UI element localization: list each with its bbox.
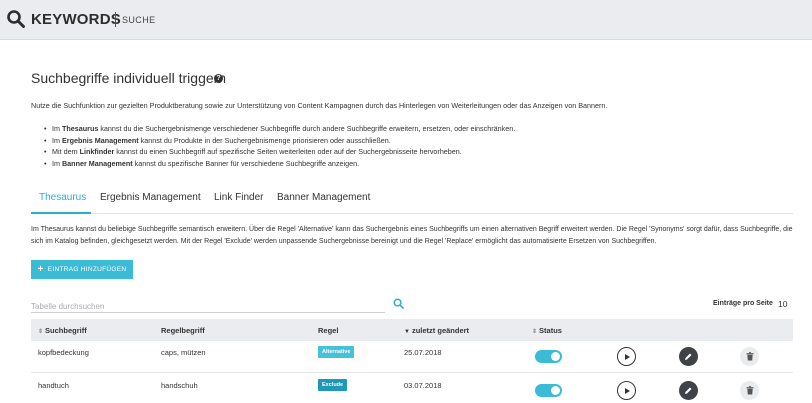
intro-text: Nutze die Suchfunktion zur gezielten Pro… bbox=[31, 101, 608, 110]
delete-button[interactable] bbox=[740, 347, 759, 366]
plus-icon: + bbox=[37, 263, 44, 275]
sort-icon: ⇕ bbox=[38, 329, 44, 335]
tab-description: Im Thesaurus kannst du beliebige Suchbeg… bbox=[31, 226, 793, 245]
column-header-status[interactable]: ⇕ Status bbox=[532, 326, 562, 335]
play-icon bbox=[624, 387, 630, 394]
add-entry-button[interactable]: + EINTRAG HINZUFÜGEN bbox=[31, 260, 133, 279]
cell-date: 25.07.2018 bbox=[404, 348, 442, 357]
help-icon[interactable]: ? bbox=[214, 74, 223, 83]
table-row: handtuch handschuh Exclude 03.07.2018 bbox=[31, 374, 793, 403]
rule-badge: Alternative bbox=[318, 346, 355, 358]
edit-button[interactable] bbox=[679, 381, 698, 400]
feature-list: Im Thesaurus kannst du die Suchergebnism… bbox=[44, 124, 515, 170]
status-toggle[interactable] bbox=[535, 384, 562, 397]
app-subtitle: SUCHE bbox=[122, 15, 156, 25]
per-page-label: Einträge pro Seite bbox=[713, 300, 773, 307]
table-search bbox=[31, 296, 385, 314]
column-header-regelbegriff[interactable]: Regelbegriff bbox=[161, 326, 205, 335]
page-title: Suchbegriffe individuell triggern bbox=[31, 70, 227, 86]
search-icon[interactable] bbox=[393, 298, 404, 309]
tab-ergebnis-management[interactable]: Ergebnis Management bbox=[100, 192, 201, 203]
trash-icon bbox=[746, 386, 753, 395]
edit-button[interactable] bbox=[679, 347, 698, 366]
cell-regelbegriff: handschuh bbox=[161, 381, 198, 390]
rule-badge: Exclude bbox=[318, 379, 348, 391]
tab-divider bbox=[31, 213, 793, 214]
tab-banner-management[interactable]: Banner Management bbox=[277, 192, 370, 203]
list-item: Im Ergebnis Management kannst du Produkt… bbox=[44, 136, 515, 148]
column-header-zuletzt-geaendert[interactable]: ▼ zuletzt geändert bbox=[404, 326, 469, 335]
cell-regelbegriff: caps, mützen bbox=[161, 348, 206, 357]
search-icon bbox=[7, 10, 25, 28]
play-button[interactable] bbox=[617, 381, 636, 400]
pencil-icon bbox=[685, 353, 692, 360]
tab-thesaurus[interactable]: Thesaurus bbox=[39, 192, 86, 203]
list-item: Mit dem Linkfinder kannst du einen Suchb… bbox=[44, 147, 515, 159]
status-toggle[interactable] bbox=[535, 350, 562, 363]
toggle-knob bbox=[551, 386, 560, 395]
sort-icon: ⇕ bbox=[532, 329, 538, 335]
cell-suchbegriff: kopfbedeckung bbox=[38, 348, 89, 357]
list-item: Im Banner Management kannst du spezifisc… bbox=[44, 159, 515, 171]
tab-link-finder[interactable]: Link Finder bbox=[214, 192, 263, 203]
cell-suchbegriff: handtuch bbox=[38, 381, 69, 390]
table-row: kopfbedeckung caps, mützen Alternative 2… bbox=[31, 341, 793, 373]
column-header-regel[interactable]: Regel bbox=[318, 326, 338, 335]
app-title: KEYWORDS bbox=[31, 11, 121, 28]
toggle-knob bbox=[551, 352, 560, 361]
delete-button[interactable] bbox=[740, 381, 759, 400]
table-header: ⇕ Suchbegriff Regelbegriff Regel ▼ zuletzt… bbox=[31, 319, 793, 341]
active-tab-indicator bbox=[31, 212, 91, 214]
column-header-suchbegriff[interactable]: ⇕ Suchbegriff bbox=[38, 326, 87, 335]
table-search-input[interactable] bbox=[31, 299, 361, 314]
list-item: Im Thesaurus kannst du die Suchergebnism… bbox=[44, 124, 515, 136]
per-page-select[interactable]: 10 bbox=[778, 299, 787, 309]
title-divider bbox=[115, 12, 116, 27]
add-entry-label: EINTRAG HINZUFÜGEN bbox=[47, 266, 127, 273]
sort-desc-icon: ▼ bbox=[404, 329, 410, 335]
play-button[interactable] bbox=[617, 347, 636, 366]
top-bar: KEYWORDS SUCHE bbox=[0, 0, 812, 40]
cell-date: 03.07.2018 bbox=[404, 381, 442, 390]
play-icon bbox=[624, 353, 630, 360]
trash-icon bbox=[746, 352, 753, 361]
pencil-icon bbox=[685, 387, 692, 394]
